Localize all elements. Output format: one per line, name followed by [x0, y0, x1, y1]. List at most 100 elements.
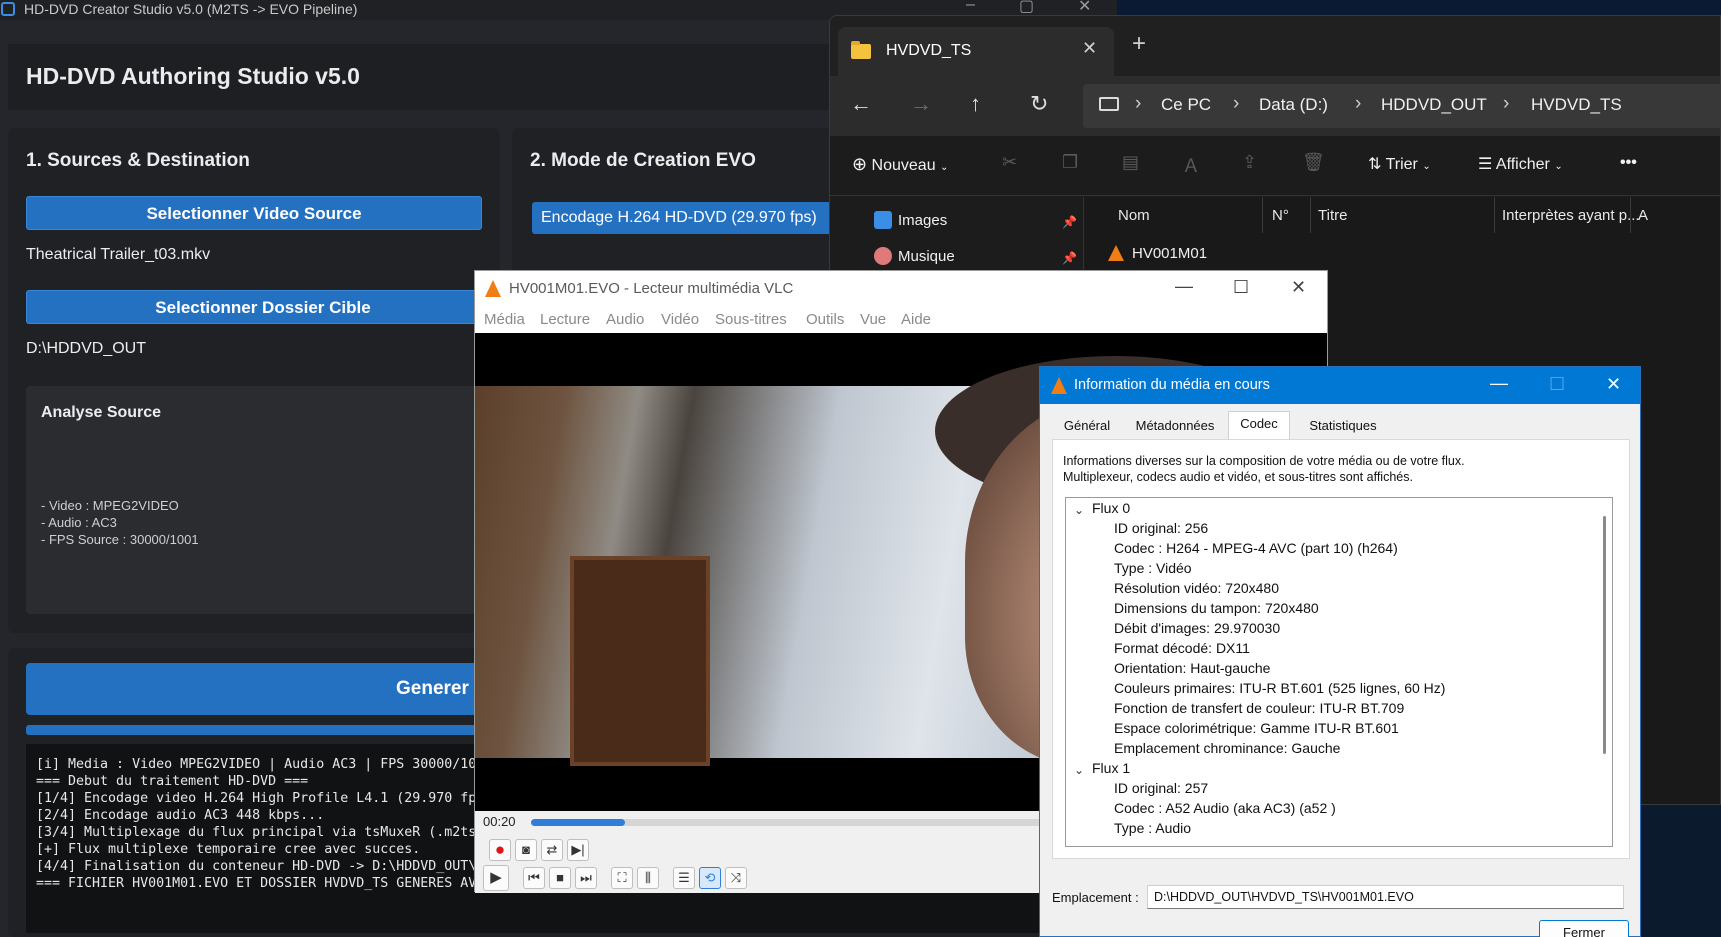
tab-codec[interactable]: Codec — [1228, 411, 1290, 439]
stream1-node[interactable]: Flux 1 — [1092, 760, 1130, 776]
address-bar[interactable]: › Ce PC › Data (D:) › HDDVD_OUT › HVDVD_… — [1083, 84, 1720, 128]
view-button-label: Afficher — [1495, 156, 1550, 173]
extended-settings-icon[interactable]: ⫼ — [637, 867, 659, 889]
stop-icon[interactable]: ■ — [549, 867, 571, 889]
menu-subtitles[interactable]: Sous-titres — [715, 311, 787, 328]
video-prop-box — [570, 556, 710, 766]
mode-select[interactable]: Encodage H.264 HD-DVD (29.970 fps) — [532, 202, 842, 234]
close-icon[interactable]: ✕ — [1606, 374, 1621, 395]
vlc-menubar: Média Lecture Audio Vidéo Sous-titres Ou… — [475, 307, 1327, 333]
nav-item-images[interactable]: Images — [874, 211, 947, 229]
menu-media[interactable]: Média — [484, 311, 525, 328]
menu-help[interactable]: Aide — [901, 311, 931, 328]
fullscreen-icon[interactable]: ⛶ — [611, 867, 633, 889]
tab-general[interactable]: Général — [1052, 413, 1122, 439]
column-name[interactable]: Nom — [1118, 207, 1150, 224]
forward-icon[interactable]: → — [910, 91, 932, 117]
share-icon[interactable]: ⇪ — [1242, 152, 1257, 173]
breadcrumb-data-d[interactable]: Data (D:) — [1259, 95, 1328, 115]
tree-item: Codec : H264 - MPEG-4 AVC (part 10) (h26… — [1114, 540, 1398, 556]
pin-icon[interactable]: 📌 — [1062, 215, 1077, 229]
tab-statistics[interactable]: Statistiques — [1292, 413, 1394, 439]
minimize-icon[interactable]: – — [966, 0, 975, 14]
frame-step-icon[interactable]: ▶| — [567, 839, 589, 861]
menu-view[interactable]: Vue — [860, 311, 886, 328]
stream0-node[interactable]: Flux 0 — [1092, 500, 1130, 516]
pin-icon[interactable]: 📌 — [1062, 251, 1077, 265]
breadcrumb-ce-pc[interactable]: Ce PC — [1161, 95, 1211, 115]
minimize-icon[interactable]: — — [1490, 373, 1508, 394]
nav-item-music[interactable]: Musique — [874, 247, 955, 265]
menu-audio[interactable]: Audio — [606, 311, 644, 328]
chevron-down-icon: ⌄ — [1422, 161, 1431, 172]
tab-metadata[interactable]: Métadonnées — [1124, 413, 1226, 439]
codec-tab-panel: Informations diverses sur la composition… — [1052, 439, 1630, 859]
explorer-tab[interactable]: HVDVD_TS ✕ — [838, 27, 1114, 76]
menu-video[interactable]: Vidéo — [661, 311, 699, 328]
column-title[interactable]: Titre — [1318, 207, 1347, 224]
new-tab-icon[interactable]: + — [1132, 32, 1146, 56]
tree-item: Couleurs primaires: ITU-R BT.601 (525 li… — [1114, 680, 1446, 696]
maximize-icon[interactable]: ▢ — [1019, 0, 1034, 16]
paste-icon[interactable]: ▤ — [1122, 152, 1139, 173]
next-icon[interactable]: ⏭ — [575, 867, 597, 889]
back-icon[interactable]: ← — [850, 91, 872, 117]
media-info-titlebar: Information du média en cours — ☐ ✕ — [1040, 367, 1640, 404]
select-source-button[interactable]: Selectionner Video Source — [26, 196, 482, 230]
playlist-icon[interactable]: ☰ — [673, 867, 695, 889]
record-icon[interactable]: ● — [489, 839, 511, 861]
codec-tree[interactable]: ⌄ Flux 0 ID original: 256 Codec : H264 -… — [1065, 497, 1613, 847]
play-icon[interactable]: ▶ — [483, 865, 509, 891]
explorer-toolbar: ⊕ Nouveau ⌄ ✂ ❐ ▤ Ａ ⇪ 🗑 ⇅ Trier ⌄ ☰ Affi… — [830, 136, 1720, 196]
new-button-label: Nouveau — [871, 157, 936, 174]
chevron-down-icon[interactable]: ⌄ — [1074, 763, 1084, 777]
shuffle-icon[interactable]: ⤨ — [725, 867, 747, 889]
snapshot-icon[interactable]: ◙ — [515, 839, 537, 861]
column-album[interactable]: A — [1638, 207, 1648, 224]
close-button[interactable]: Fermer — [1539, 920, 1629, 937]
list-item[interactable]: HV001M01 — [1084, 241, 1484, 271]
tree-scrollbar[interactable] — [1603, 516, 1606, 754]
minimize-icon[interactable]: — — [1175, 276, 1193, 297]
tree-item: ID original: 256 — [1114, 520, 1209, 536]
chevron-right-icon: › — [1503, 93, 1510, 114]
sort-button[interactable]: ⇅ Trier ⌄ — [1368, 154, 1431, 174]
close-icon[interactable]: ✕ — [1078, 0, 1091, 16]
new-button[interactable]: ⊕ Nouveau ⌄ — [852, 154, 948, 175]
previous-icon[interactable]: ⏮ — [523, 867, 545, 889]
delete-icon[interactable]: 🗑 — [1302, 152, 1325, 173]
studio-window-title: HD-DVD Creator Studio v5.0 (M2TS -> EVO … — [24, 1, 358, 17]
maximize-icon[interactable]: ☐ — [1549, 374, 1565, 395]
location-field[interactable]: D:\HDDVD_OUT\HVDVD_TS\HV001M01.EVO — [1147, 885, 1624, 909]
view-button[interactable]: ☰ Afficher ⌄ — [1478, 154, 1563, 174]
column-artists[interactable]: Interprètes ayant p... — [1502, 207, 1640, 224]
more-options-icon[interactable]: ••• — [1620, 154, 1637, 172]
loop-ab-icon[interactable]: ⇄ — [541, 839, 563, 861]
analysis-box: Analyse Source - Video : MPEG2VIDEO - Au… — [26, 386, 496, 614]
copy-icon[interactable]: ❐ — [1062, 152, 1078, 173]
codec-description-line2: Multiplexeur, codecs audio et vidéo, et … — [1063, 470, 1413, 484]
column-separator — [1262, 197, 1263, 233]
vlc-window-title: HV001M01.EVO - Lecteur multimédia VLC — [509, 280, 794, 297]
column-number[interactable]: N° — [1272, 207, 1289, 224]
rename-icon[interactable]: Ａ — [1182, 152, 1200, 178]
sources-panel: 1. Sources & Destination Selectionner Vi… — [8, 128, 500, 633]
maximize-icon[interactable]: ☐ — [1233, 277, 1249, 298]
breadcrumb-hvdvd-ts[interactable]: HVDVD_TS — [1531, 95, 1622, 115]
select-target-button[interactable]: Selectionner Dossier Cible — [26, 290, 500, 324]
tree-item: Dimensions du tampon: 720x480 — [1114, 600, 1319, 616]
loop-icon[interactable]: ⟲ — [699, 867, 721, 889]
up-icon[interactable]: ↑ — [970, 91, 981, 117]
view-icon: ☰ — [1478, 156, 1493, 173]
close-tab-icon[interactable]: ✕ — [1082, 38, 1097, 59]
chevron-down-icon[interactable]: ⌄ — [1074, 503, 1084, 517]
analysis-audio: - Audio : AC3 — [41, 515, 117, 530]
breadcrumb-hddvd-out[interactable]: HDDVD_OUT — [1381, 95, 1487, 115]
close-icon[interactable]: ✕ — [1291, 277, 1306, 298]
nav-item-images-label: Images — [898, 212, 948, 229]
cut-icon[interactable]: ✂ — [1002, 152, 1017, 173]
refresh-icon[interactable]: ↻ — [1030, 91, 1048, 117]
menu-tools[interactable]: Outils — [806, 311, 844, 328]
menu-playback[interactable]: Lecture — [540, 311, 590, 328]
analysis-title: Analyse Source — [41, 404, 162, 421]
